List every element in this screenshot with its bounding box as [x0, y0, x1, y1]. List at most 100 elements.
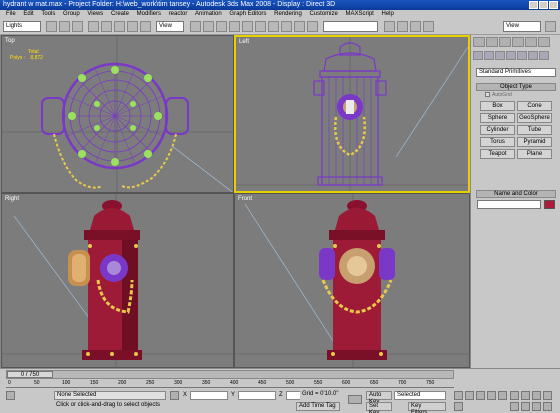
box-button[interactable]: Box	[480, 101, 515, 111]
viewport-left[interactable]: Left	[234, 35, 470, 193]
auto-key-button[interactable]: Auto Key	[366, 391, 392, 405]
hierarchy-tab-icon[interactable]	[499, 37, 511, 47]
scale-icon[interactable]	[114, 21, 125, 32]
space-warps-icon[interactable]	[528, 51, 538, 60]
display-tab-icon[interactable]	[525, 37, 537, 47]
orbit-icon[interactable]	[532, 402, 541, 411]
object-type-rollout[interactable]: Object Type	[476, 83, 556, 91]
menu-file[interactable]: File	[6, 11, 16, 17]
maxscript-listener-icon[interactable]	[6, 391, 15, 400]
pan-icon[interactable]	[521, 402, 530, 411]
render-setup-icon[interactable]	[384, 21, 395, 32]
viewport-label-left[interactable]: Left	[239, 39, 249, 45]
angle-snap-icon[interactable]	[216, 21, 227, 32]
zoom-extents-all-icon[interactable]	[543, 391, 552, 400]
viewport-label-top[interactable]: Top	[5, 38, 15, 44]
menu-group[interactable]: Group	[63, 11, 80, 17]
pivot-icon[interactable]	[190, 21, 201, 32]
go-to-end-icon[interactable]	[498, 391, 507, 400]
modify-tab-icon[interactable]	[486, 37, 498, 47]
pyramid-button[interactable]: Pyramid	[517, 137, 552, 147]
unlink-icon[interactable]	[140, 21, 151, 32]
primitive-category-dropdown[interactable]: Standard Primitives	[476, 68, 556, 77]
previous-frame-icon[interactable]	[465, 391, 474, 400]
object-name-field[interactable]	[477, 200, 541, 209]
minimize-icon[interactable]	[529, 1, 538, 9]
maximize-icon[interactable]	[539, 1, 548, 9]
render-view-dropdown[interactable]: View	[503, 21, 541, 32]
menu-customize[interactable]: Customize	[309, 11, 337, 17]
mirror-icon[interactable]	[242, 21, 253, 32]
menu-graph-editors[interactable]: Graph Editors	[229, 11, 266, 17]
align-icon[interactable]	[255, 21, 266, 32]
viewport-label-right[interactable]: Right	[5, 196, 19, 202]
move-icon[interactable]	[88, 21, 99, 32]
y-coord-field[interactable]	[238, 391, 276, 400]
x-coord-field[interactable]	[190, 391, 228, 400]
reference-coordinate-dropdown[interactable]: View	[156, 21, 184, 32]
time-config-icon[interactable]	[454, 402, 463, 411]
menu-reactor[interactable]: reactor	[169, 11, 188, 17]
time-slider[interactable]: 0 / 750	[6, 370, 454, 379]
autogrid-checkbox[interactable]: AutoGrid	[485, 92, 512, 98]
tube-button[interactable]: Tube	[517, 125, 552, 135]
percent-snap-icon[interactable]	[229, 21, 240, 32]
key-mode-dropdown[interactable]: Selected	[394, 391, 446, 400]
select-by-name-icon[interactable]	[59, 21, 70, 32]
teapot-button[interactable]: Teapot	[480, 149, 515, 159]
next-frame-icon[interactable]	[487, 391, 496, 400]
schematic-icon[interactable]	[294, 21, 305, 32]
render-teapot-icon[interactable]	[545, 21, 556, 32]
rotate-icon[interactable]	[101, 21, 112, 32]
cone-button[interactable]: Cone	[517, 101, 552, 111]
quick-render-icon[interactable]	[410, 21, 421, 32]
menu-maxscript[interactable]: MAXScript	[345, 11, 373, 17]
cylinder-button[interactable]: Cylinder	[480, 125, 515, 135]
menu-modifiers[interactable]: Modifiers	[137, 11, 161, 17]
named-selection-dropdown[interactable]	[323, 21, 378, 32]
lights-icon[interactable]	[495, 51, 505, 60]
sphere-button[interactable]: Sphere	[480, 113, 515, 123]
selection-filter-dropdown[interactable]: Lights	[3, 21, 41, 32]
zoom-icon[interactable]	[510, 391, 519, 400]
close-icon[interactable]	[549, 1, 558, 9]
object-color-swatch[interactable]	[544, 200, 555, 209]
link-icon[interactable]	[127, 21, 138, 32]
zoom-all-icon[interactable]	[521, 391, 530, 400]
zoom-extents-icon[interactable]	[532, 391, 541, 400]
viewport-top[interactable]: Top Total Polys : 8,872	[1, 35, 234, 193]
motion-tab-icon[interactable]	[512, 37, 524, 47]
set-key-button[interactable]: Set Key	[366, 402, 392, 413]
time-slider-thumb[interactable]: 0 / 750	[7, 371, 53, 378]
create-tab-icon[interactable]	[473, 37, 485, 47]
viewport-right[interactable]: Right	[1, 193, 234, 368]
snap-icon[interactable]	[203, 21, 214, 32]
viewport-label-front[interactable]: Front	[238, 196, 252, 202]
menu-views[interactable]: Views	[87, 11, 103, 17]
go-to-start-icon[interactable]	[454, 391, 463, 400]
menu-animation[interactable]: Animation	[195, 11, 222, 17]
material-editor-icon[interactable]	[307, 21, 318, 32]
select-icon[interactable]	[46, 21, 57, 32]
name-and-color-rollout[interactable]: Name and Color	[476, 190, 556, 198]
render-frame-icon[interactable]	[397, 21, 408, 32]
shapes-icon[interactable]	[484, 51, 494, 60]
track-bar[interactable]: 0 50 100 150 200 250 300 350 400 450 500…	[6, 380, 454, 388]
menu-rendering[interactable]: Rendering	[274, 11, 302, 17]
region-select-icon[interactable]	[72, 21, 83, 32]
systems-icon[interactable]	[539, 51, 549, 60]
plane-button[interactable]: Plane	[517, 149, 552, 159]
viewport-front[interactable]: Front	[234, 193, 470, 368]
torus-button[interactable]: Torus	[480, 137, 515, 147]
curve-editor-icon[interactable]	[281, 21, 292, 32]
menu-help[interactable]: Help	[382, 11, 394, 17]
menu-tools[interactable]: Tools	[41, 11, 55, 17]
add-time-tag-button[interactable]: Add Time Tag	[296, 402, 340, 411]
lock-selection-icon[interactable]	[170, 391, 179, 400]
key-filters-button[interactable]: Key Filters...	[408, 402, 446, 413]
geosphere-button[interactable]: GeoSphere	[517, 113, 552, 123]
layer-icon[interactable]	[268, 21, 279, 32]
field-of-view-icon[interactable]	[510, 402, 519, 411]
helpers-icon[interactable]	[517, 51, 527, 60]
render-icon[interactable]	[423, 21, 434, 32]
